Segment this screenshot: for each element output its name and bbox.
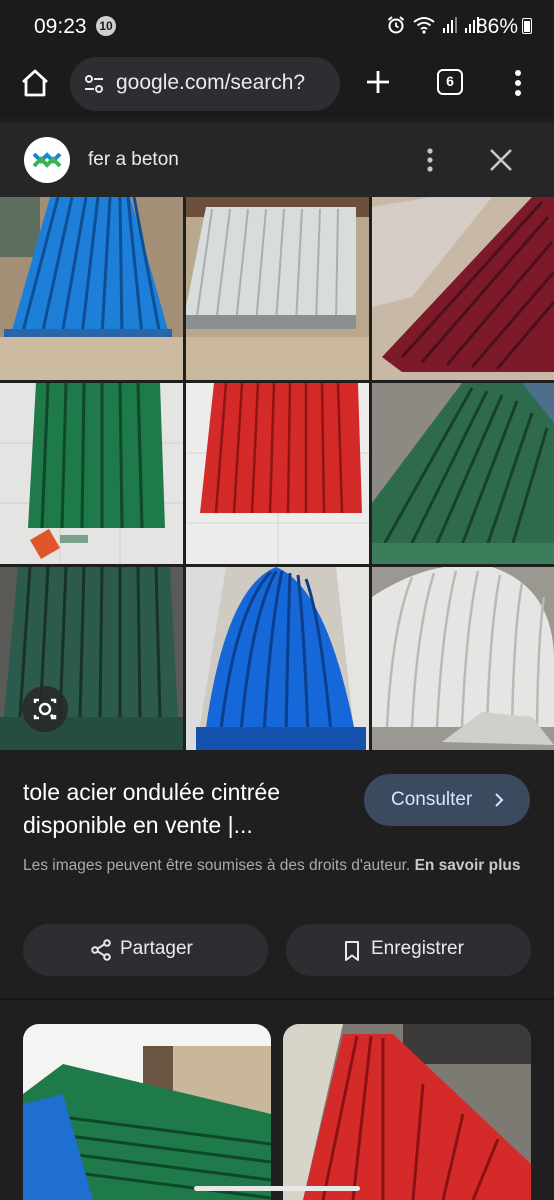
- browser-toolbar: google.com/search? 6: [0, 52, 554, 118]
- section-divider: [0, 998, 554, 1000]
- close-icon[interactable]: [486, 145, 516, 175]
- bookmark-icon: [345, 941, 359, 961]
- related-image-card-green[interactable]: [23, 1024, 271, 1200]
- image-tile-dark-green-sheets[interactable]: [372, 383, 554, 564]
- result-title[interactable]: tole acier ondulée cintrée disponible en…: [23, 776, 343, 842]
- notification-badge: 10: [96, 16, 116, 36]
- status-icons: [386, 15, 480, 35]
- status-bar: 09:23 10 86%: [0, 0, 554, 52]
- consult-button[interactable]: Consulter: [364, 774, 530, 826]
- copyright-text: Les images peuvent être soumises à des d…: [23, 857, 411, 874]
- image-tile-blue-sheets[interactable]: [0, 197, 183, 380]
- more-options-icon[interactable]: [420, 145, 440, 175]
- battery-icon: [522, 18, 532, 34]
- consult-label: Consulter: [391, 789, 473, 810]
- new-tab-icon[interactable]: [362, 66, 394, 98]
- search-query: fer a beton: [88, 149, 179, 170]
- wifi-icon: [413, 17, 435, 34]
- status-time: 09:23: [34, 15, 87, 38]
- save-button[interactable]: Enregistrer: [286, 924, 531, 976]
- share-label: Partager: [120, 938, 193, 959]
- image-tile-maroon-sheets[interactable]: [372, 197, 554, 380]
- learn-more-link[interactable]: En savoir plus: [415, 857, 521, 874]
- image-tile-white-curved-sheets[interactable]: [372, 567, 554, 750]
- battery-percent: 86%: [475, 15, 518, 38]
- share-icon: [91, 939, 111, 961]
- tab-switcher-button[interactable]: 6: [437, 69, 463, 95]
- image-tile-red-sheets[interactable]: [186, 383, 369, 564]
- product-image-grid[interactable]: [0, 197, 554, 750]
- alarm-icon: [387, 16, 405, 34]
- home-icon[interactable]: [18, 66, 52, 100]
- copyright-notice: Les images peuvent être soumises à des d…: [23, 854, 538, 878]
- share-button[interactable]: Partager: [23, 924, 268, 976]
- chevron-right-icon: [495, 793, 504, 807]
- image-tile-blue-curved-sheets[interactable]: [186, 567, 369, 750]
- lens-result-header: fer a beton: [0, 123, 554, 197]
- url-text[interactable]: google.com/search?: [116, 71, 330, 95]
- lens-camera-icon: [33, 698, 57, 720]
- menu-icon[interactable]: [505, 68, 531, 98]
- site-settings-icon[interactable]: [82, 72, 106, 96]
- image-tile-white-sheets[interactable]: [186, 197, 369, 380]
- address-bar[interactable]: google.com/search?: [70, 57, 340, 111]
- related-image-card-red[interactable]: [283, 1024, 531, 1200]
- save-label: Enregistrer: [371, 938, 464, 959]
- site-logo: [24, 137, 70, 183]
- gesture-navigation-bar[interactable]: [194, 1186, 360, 1191]
- image-tile-green-sheets[interactable]: [0, 383, 183, 564]
- signal-icon: [443, 17, 457, 33]
- visual-search-button[interactable]: [22, 686, 68, 732]
